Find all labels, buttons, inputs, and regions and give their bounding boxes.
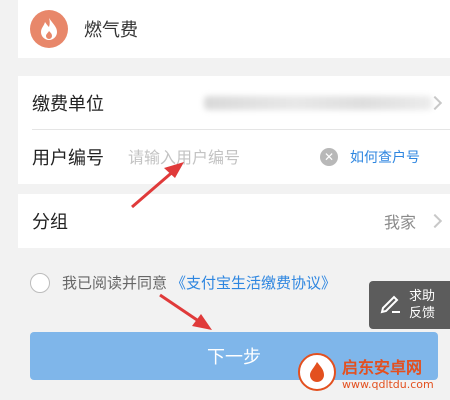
arrow-to-input (131, 162, 184, 209)
annotation-arrows (131, 162, 212, 330)
watermark-text: 启东安卓网 www.qdltdu.com (342, 354, 434, 391)
watermark-logo-icon (298, 353, 336, 391)
arrow-to-next-button (159, 293, 212, 330)
watermark-url: www.qdltdu.com (342, 377, 434, 391)
watermark: 启东安卓网 www.qdltdu.com (298, 344, 450, 400)
watermark-main: 启东安卓网 (342, 357, 423, 377)
